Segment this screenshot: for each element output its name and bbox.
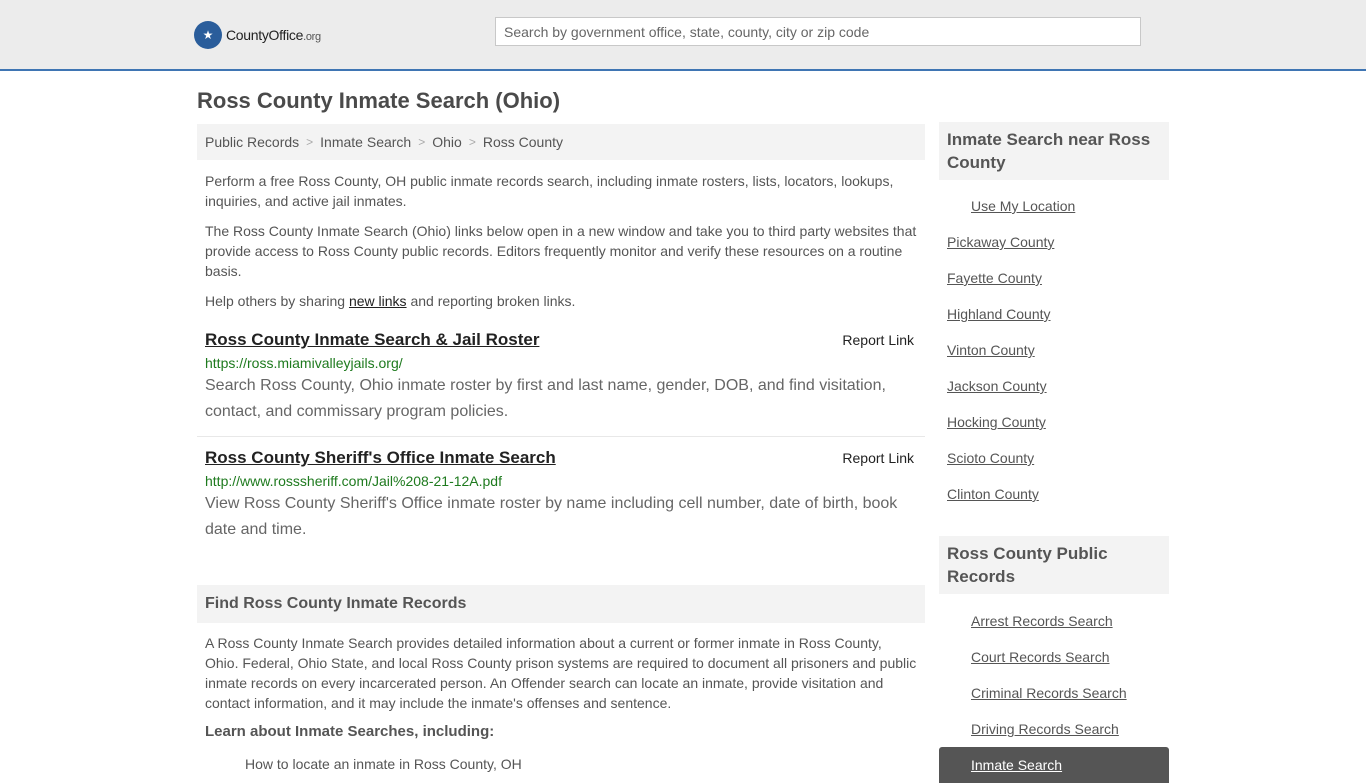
sidebar-public-records: Ross County Public Records Arrest Record… bbox=[939, 536, 1169, 783]
search-input[interactable] bbox=[495, 17, 1141, 46]
breadcrumb-public-records[interactable]: Public Records bbox=[205, 134, 299, 150]
list-item: Scioto County bbox=[939, 440, 1169, 476]
result-item: Ross County Inmate Search & Jail Roster … bbox=[197, 329, 925, 437]
seal-icon: ★ bbox=[194, 21, 222, 49]
sidebar-nearby-heading: Inmate Search near Ross County bbox=[939, 122, 1169, 180]
arrest-records-link[interactable]: Arrest Records Search bbox=[971, 613, 1113, 629]
chevron-right-icon: > bbox=[306, 135, 314, 149]
logo-text: CountyOffice.org bbox=[226, 27, 321, 43]
new-links-link[interactable]: new links bbox=[349, 293, 407, 309]
result-url: http://www.rosssheriff.com/Jail%208-21-1… bbox=[205, 473, 502, 489]
list-item: Court Records Search bbox=[939, 639, 1169, 675]
list-item-active: Inmate Search bbox=[939, 747, 1169, 783]
sidebar-records-heading: Ross County Public Records bbox=[939, 536, 1169, 594]
result-item: Ross County Sheriff's Office Inmate Sear… bbox=[197, 447, 925, 543]
list-item: Fayette County bbox=[939, 260, 1169, 296]
sidebar-nearby: Inmate Search near Ross County Use My Lo… bbox=[939, 122, 1169, 512]
breadcrumb-ohio[interactable]: Ohio bbox=[432, 134, 462, 150]
breadcrumb-ross-county[interactable]: Ross County bbox=[483, 134, 563, 150]
breadcrumb-inmate-search[interactable]: Inmate Search bbox=[320, 134, 411, 150]
county-link-fayette[interactable]: Fayette County bbox=[947, 270, 1042, 286]
county-link-pickaway[interactable]: Pickaway County bbox=[947, 234, 1054, 250]
intro: Perform a free Ross County, OH public in… bbox=[197, 171, 925, 311]
records-list: Arrest Records Search Court Records Sear… bbox=[939, 603, 1169, 783]
page-title: Ross County Inmate Search (Ohio) bbox=[197, 88, 561, 113]
site-header: ★ CountyOffice.org bbox=[0, 0, 1366, 71]
chevron-right-icon: > bbox=[468, 135, 476, 149]
nearby-list: Use My Location Pickaway County Fayette … bbox=[939, 188, 1169, 512]
result-title-link[interactable]: Ross County Inmate Search & Jail Roster bbox=[205, 329, 539, 351]
learn-heading: Learn about Inmate Searches, including: bbox=[205, 723, 495, 740]
intro-paragraph: The Ross County Inmate Search (Ohio) lin… bbox=[205, 223, 917, 279]
intro-paragraph: Perform a free Ross County, OH public in… bbox=[205, 173, 894, 209]
share-paragraph: Help others by sharing new links and rep… bbox=[205, 293, 576, 309]
criminal-records-link[interactable]: Criminal Records Search bbox=[971, 685, 1127, 701]
breadcrumb: Public Records > Inmate Search > Ohio > … bbox=[197, 124, 925, 160]
list-item: Clinton County bbox=[939, 476, 1169, 512]
result-description: Search Ross County, Ohio inmate roster b… bbox=[205, 377, 886, 420]
list-item: Highland County bbox=[939, 296, 1169, 332]
result-url: https://ross.miamivalleyjails.org/ bbox=[205, 355, 403, 371]
county-link-hocking[interactable]: Hocking County bbox=[947, 414, 1046, 430]
report-link[interactable]: Report Link bbox=[842, 332, 914, 348]
find-records-text: A Ross County Inmate Search provides det… bbox=[205, 635, 917, 711]
learn-item: How to locate an inmate in Ross County, … bbox=[245, 756, 522, 772]
list-item: Driving Records Search bbox=[939, 711, 1169, 747]
main-content: Public Records > Inmate Search > Ohio > … bbox=[197, 124, 925, 772]
inmate-search-link[interactable]: Inmate Search bbox=[971, 757, 1062, 773]
list-item: Arrest Records Search bbox=[939, 603, 1169, 639]
report-link[interactable]: Report Link bbox=[842, 450, 914, 466]
result-title-link[interactable]: Ross County Sheriff's Office Inmate Sear… bbox=[205, 447, 556, 469]
county-link-scioto[interactable]: Scioto County bbox=[947, 450, 1034, 466]
site-logo[interactable]: ★ CountyOffice.org bbox=[194, 20, 321, 50]
list-item: Hocking County bbox=[939, 404, 1169, 440]
list-item: Pickaway County bbox=[939, 224, 1169, 260]
list-item: Vinton County bbox=[939, 332, 1169, 368]
use-my-location-link[interactable]: Use My Location bbox=[971, 198, 1075, 214]
result-description: View Ross County Sheriff's Office inmate… bbox=[205, 495, 898, 538]
driving-records-link[interactable]: Driving Records Search bbox=[971, 721, 1119, 737]
list-item: Criminal Records Search bbox=[939, 675, 1169, 711]
county-link-jackson[interactable]: Jackson County bbox=[947, 378, 1047, 394]
list-item: Use My Location bbox=[939, 188, 1169, 224]
county-link-vinton[interactable]: Vinton County bbox=[947, 342, 1035, 358]
list-item: Jackson County bbox=[939, 368, 1169, 404]
court-records-link[interactable]: Court Records Search bbox=[971, 649, 1110, 665]
county-link-clinton[interactable]: Clinton County bbox=[947, 486, 1039, 502]
find-records-heading: Find Ross County Inmate Records bbox=[197, 585, 925, 623]
county-link-highland[interactable]: Highland County bbox=[947, 306, 1051, 322]
chevron-right-icon: > bbox=[418, 135, 426, 149]
